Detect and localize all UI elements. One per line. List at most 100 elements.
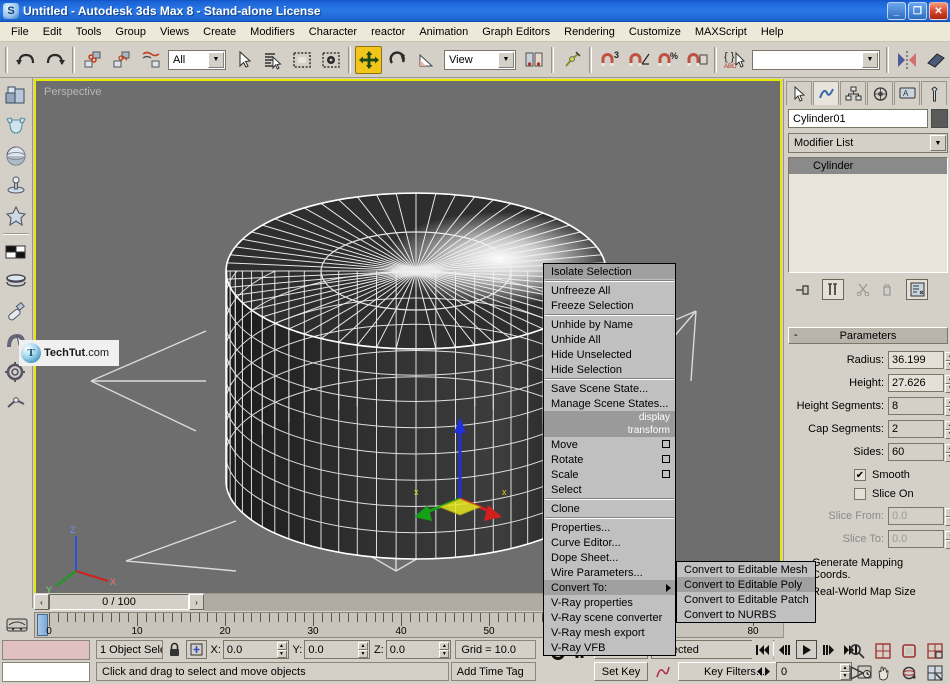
absolute-relative-transform-icon[interactable] (185, 640, 207, 659)
chevron-down-icon[interactable]: ▼ (862, 51, 878, 68)
select-and-rotate-icon[interactable] (384, 46, 411, 74)
chevron-down-icon[interactable]: ▼ (498, 51, 514, 68)
show-end-result-icon[interactable] (822, 278, 844, 300)
standard-primitives-icon[interactable] (2, 81, 31, 110)
hierarchy-tab-icon[interactable] (840, 81, 866, 105)
menu-item-tools[interactable]: Tools (69, 24, 109, 40)
current-frame-field[interactable]: 0 ▲ ▼ (776, 662, 852, 681)
menu-item-rendering[interactable]: Rendering (557, 24, 622, 40)
motion-tab-icon[interactable] (867, 81, 893, 105)
materials-sphere-icon[interactable] (2, 141, 31, 170)
select-and-move-icon[interactable] (355, 45, 382, 74)
menu-item-views[interactable]: Views (153, 24, 196, 40)
remove-modifier-icon[interactable] (876, 278, 898, 300)
slice-from-field[interactable]: 0.0 ▲▼ (888, 506, 950, 526)
object-name-field[interactable]: Cylinder01 (788, 109, 928, 128)
menu-item-group[interactable]: Group (108, 24, 153, 40)
menu-item-file[interactable]: File (4, 24, 36, 40)
pin-stack-icon[interactable] (792, 278, 814, 300)
open-mini-curve-editor-icon[interactable] (0, 612, 34, 638)
make-unique-icon[interactable] (852, 278, 874, 300)
modifier-stack-item-cylinder[interactable]: Cylinder (789, 158, 947, 174)
slice-to-field[interactable]: 0.0 ▲▼ (888, 529, 950, 549)
menu-item-scale[interactable]: Scale (544, 467, 675, 482)
create-tab-icon[interactable] (786, 81, 812, 105)
select-window-crossing-icon[interactable] (317, 46, 344, 74)
previous-frame-icon[interactable] (774, 640, 795, 659)
prev-frame-arrow-icon[interactable]: ‹ (34, 594, 49, 610)
field-of-view-icon[interactable] (844, 662, 869, 683)
arc-rotate-icon[interactable] (896, 662, 921, 683)
minimize-button[interactable]: _ (887, 2, 906, 20)
chevron-down-icon[interactable]: ▼ (208, 51, 224, 68)
height-field[interactable]: 27.626 ▲▼ (888, 373, 950, 393)
menu-item-rotate[interactable]: Rotate (544, 452, 675, 467)
slice-on-checkbox-row[interactable]: Slice On (790, 488, 944, 500)
set-key-button[interactable]: Set Key (594, 662, 648, 681)
angle-snap-toggle-icon[interactable] (625, 46, 652, 74)
add-time-tag-button[interactable]: Add Time Tag (450, 662, 536, 681)
y-spinner[interactable]: ▲ ▼ (357, 642, 368, 658)
unlink-selection-icon[interactable] (108, 46, 135, 74)
menu-item-curve-editor[interactable]: Curve Editor... (544, 535, 675, 550)
submenu-item-convert-to-editable-mesh[interactable]: Convert to Editable Mesh (677, 562, 815, 577)
convert-to-submenu[interactable]: Convert to Editable Mesh Convert to Edita… (676, 561, 816, 623)
menu-item-reactor[interactable]: reactor (364, 24, 412, 40)
bind-to-space-warp-icon[interactable] (137, 46, 164, 74)
use-center-flyout-icon[interactable] (520, 46, 547, 74)
menu-item-customize[interactable]: Customize (622, 24, 688, 40)
menu-item-v-ray-vfb[interactable]: V-Ray VFB (544, 640, 675, 655)
close-button[interactable]: ✕ (929, 2, 948, 20)
menu-item-wire-parameters[interactable]: Wire Parameters... (544, 565, 675, 580)
lights-icon[interactable] (2, 171, 31, 200)
align-icon[interactable] (922, 46, 949, 74)
slice-from-spinner[interactable]: ▲▼ (945, 507, 950, 526)
object-color-swatch[interactable] (931, 109, 948, 128)
maximize-viewport-toggle-icon[interactable] (922, 662, 947, 683)
menu-item-freeze-selection[interactable]: Freeze Selection (544, 298, 675, 313)
cap-segments-field[interactable]: 2 ▲▼ (888, 419, 950, 439)
menu-item-save-scene-state[interactable]: Save Scene State... (544, 381, 675, 396)
select-object-icon[interactable] (230, 46, 257, 74)
menu-item-hide-selection[interactable]: Hide Selection (544, 362, 675, 377)
named-selection-combo[interactable]: ▼ (752, 49, 880, 70)
menu-item-dope-sheet[interactable]: Dope Sheet... (544, 550, 675, 565)
next-frame-arrow-icon[interactable]: › (189, 594, 204, 610)
height-segments-field[interactable]: 8 ▲▼ (888, 396, 950, 416)
smooth-checkbox-row[interactable]: ✔ Smooth (790, 469, 944, 481)
shapes-icon[interactable] (2, 111, 31, 140)
go-to-start-icon[interactable] (752, 640, 773, 659)
chevron-down-icon[interactable]: ▼ (930, 135, 946, 151)
cap-segments-spinner[interactable]: ▲▼ (945, 420, 950, 439)
x-spinner[interactable]: ▲ ▼ (276, 642, 287, 658)
display-tab-icon[interactable]: A (894, 81, 920, 105)
menu-item-help[interactable]: Help (754, 24, 791, 40)
menu-item-create[interactable]: Create (196, 24, 243, 40)
configure-modifier-sets-icon[interactable] (906, 278, 928, 300)
next-frame-icon[interactable] (818, 640, 839, 659)
time-slider-frame-display[interactable]: 0 / 100 (49, 594, 189, 610)
spinner-snap-toggle-icon[interactable] (683, 46, 710, 74)
menu-item-edit[interactable]: Edit (36, 24, 69, 40)
menu-item-hide-unselected[interactable]: Hide Unselected (544, 347, 675, 362)
bone-icon[interactable] (2, 387, 31, 416)
menu-item-move[interactable]: Move (544, 437, 675, 452)
modifier-stack[interactable]: Cylinder (788, 157, 948, 273)
zoom-all-icon[interactable] (870, 640, 895, 661)
select-by-name-icon[interactable] (259, 46, 286, 74)
coil-icon[interactable] (2, 267, 31, 296)
radius-spinner[interactable]: ▲▼ (945, 351, 950, 370)
radius-field[interactable]: 36.199 ▲▼ (888, 350, 950, 370)
dialog-settings-icon[interactable] (662, 470, 670, 478)
slice-on-checkbox[interactable] (854, 488, 866, 500)
menu-item-modifiers[interactable]: Modifiers (243, 24, 302, 40)
mirror-icon[interactable] (893, 46, 920, 74)
z-spinner[interactable]: ▲ ▼ (439, 642, 450, 658)
zoom-icon[interactable] (844, 640, 869, 661)
parameters-rollout-header[interactable]: - Parameters (788, 327, 948, 344)
set-key-curve-icon[interactable] (652, 662, 674, 681)
height-segments-spinner[interactable]: ▲▼ (945, 397, 950, 416)
key-mode-toggle-arrows-icon[interactable] (752, 666, 774, 677)
redo-icon[interactable] (41, 46, 68, 74)
checker-map-icon[interactable] (2, 237, 31, 266)
